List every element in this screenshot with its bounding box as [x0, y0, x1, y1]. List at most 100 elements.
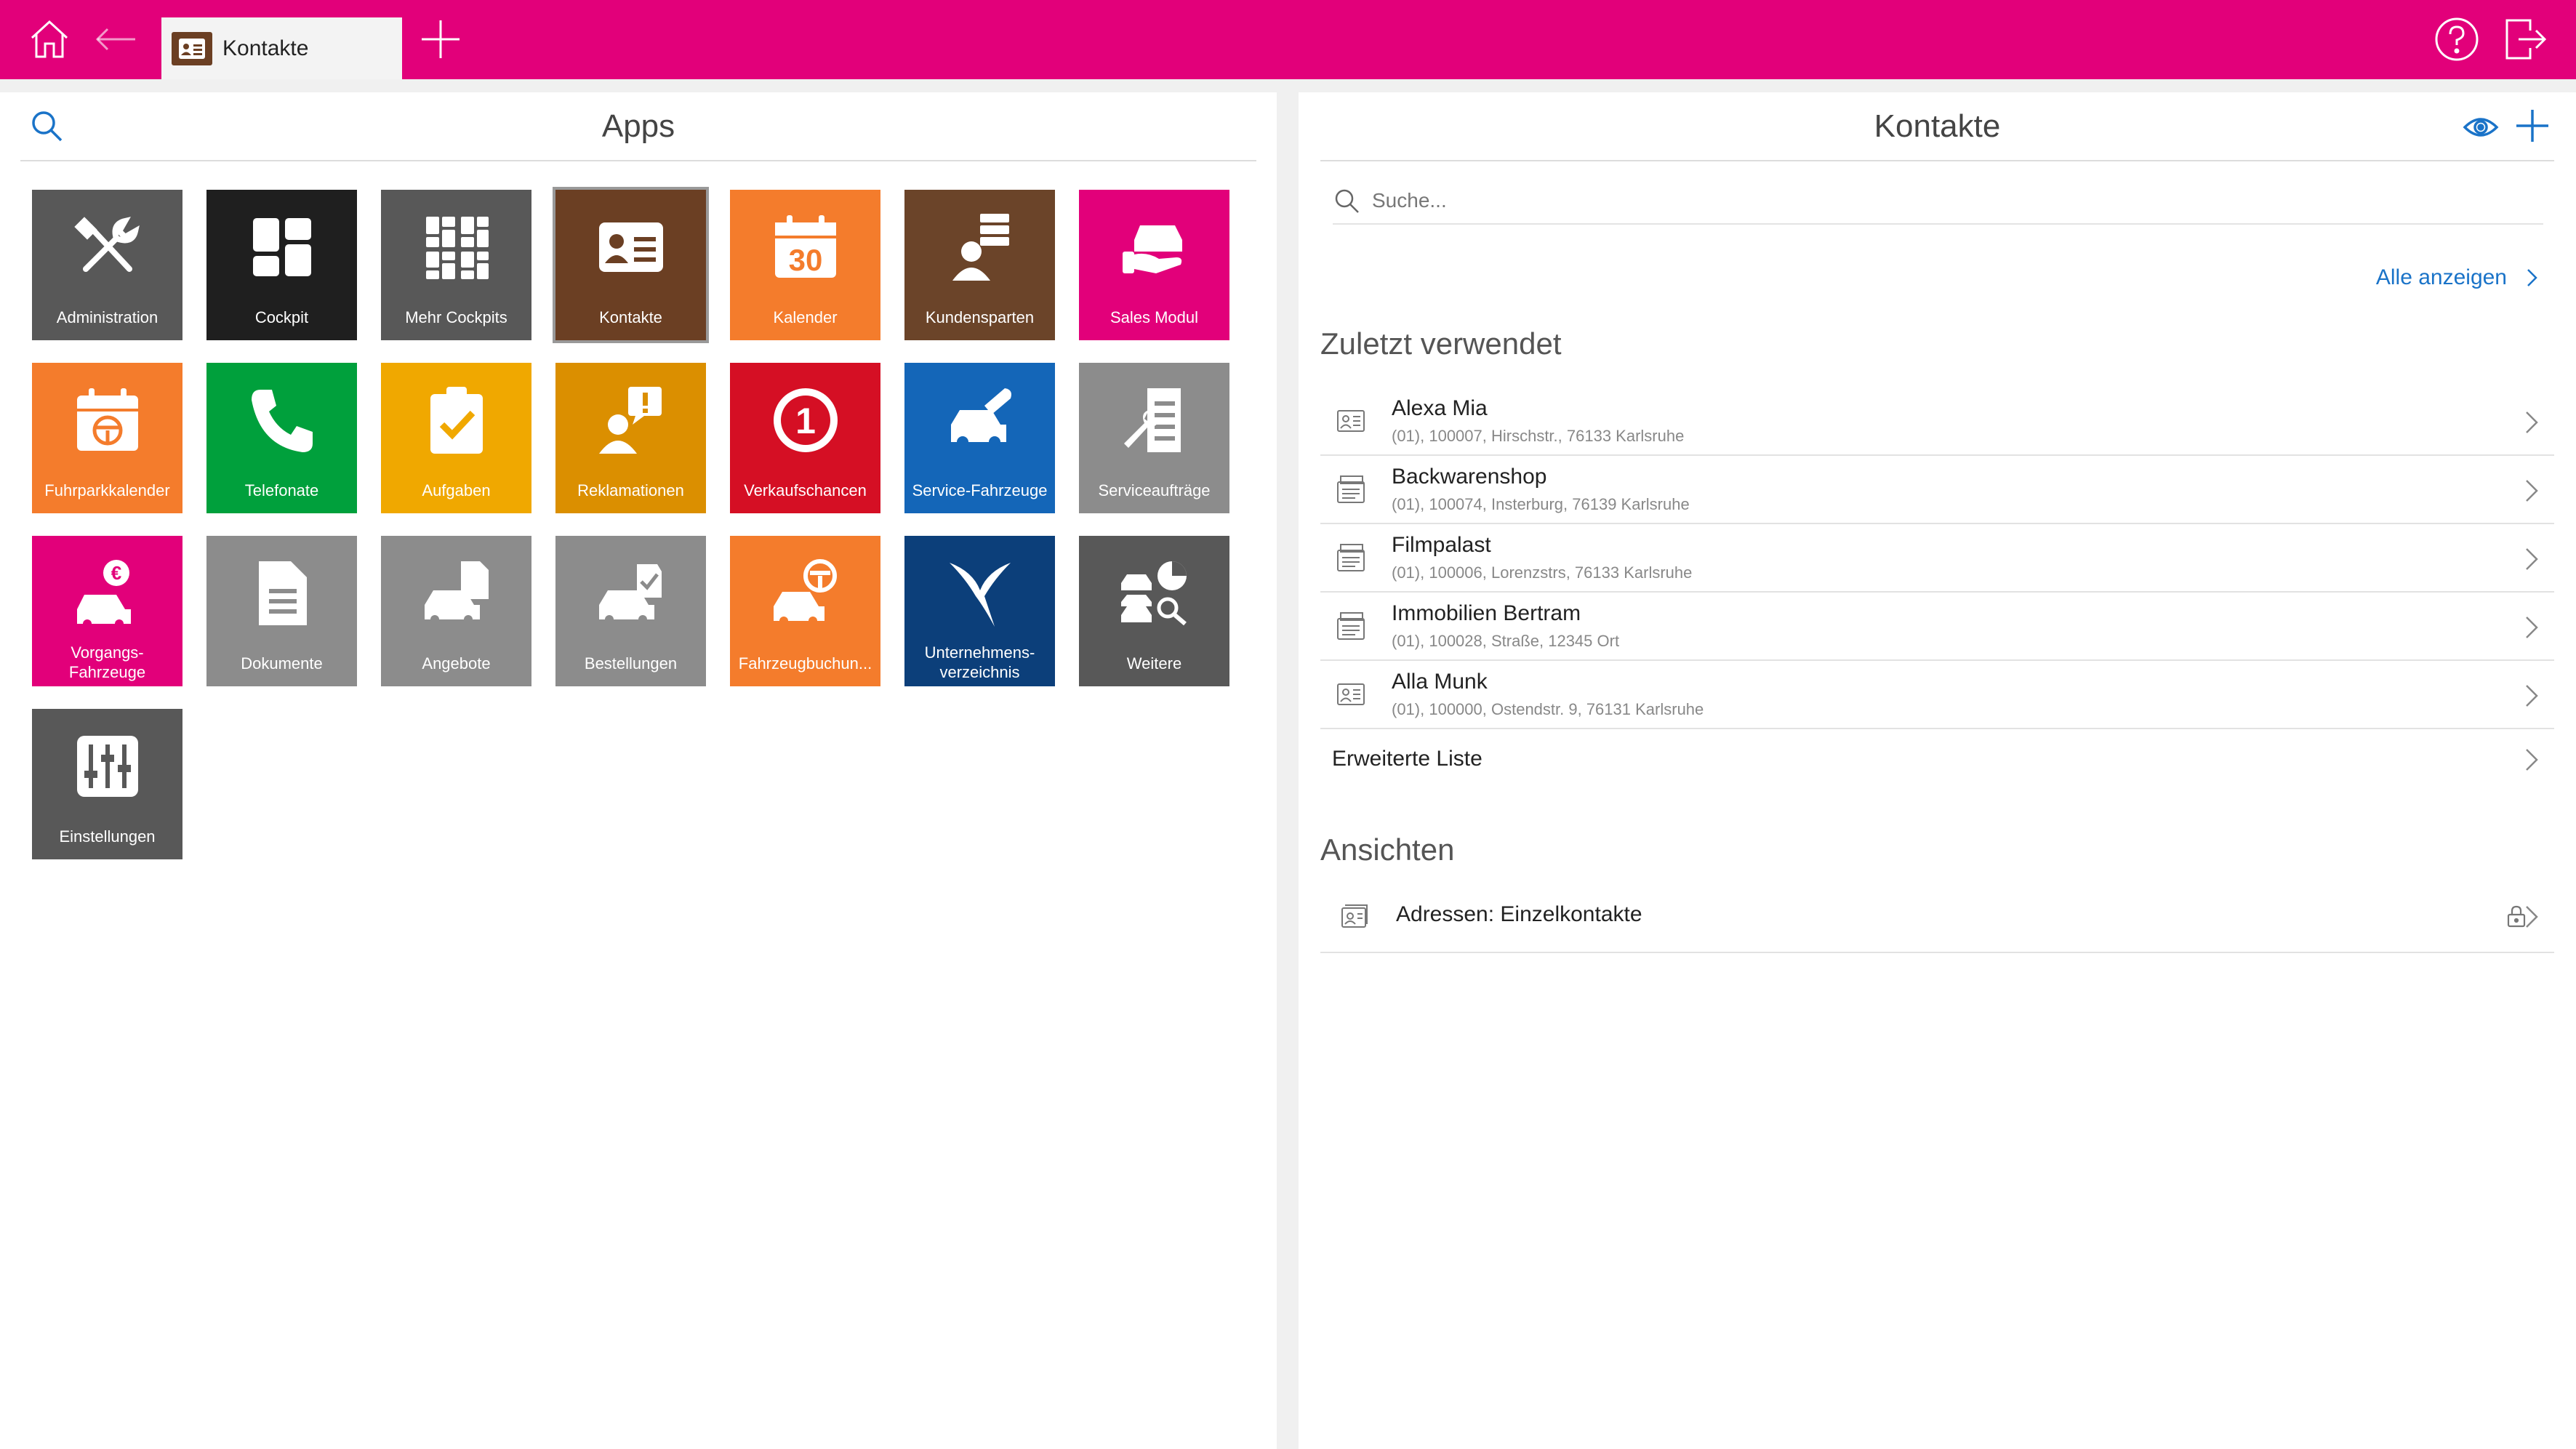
- contacts-title: Kontakte: [1874, 108, 2001, 144]
- calendar-30-icon: 30: [730, 207, 880, 287]
- tab-label: Kontakte: [222, 36, 309, 60]
- chevron-right-icon: [2526, 685, 2538, 707]
- app-tile-label: Bestellungen: [584, 654, 678, 673]
- app-tile-weitere[interactable]: Weitere: [1079, 536, 1229, 686]
- app-tile-verkaufschancen[interactable]: 1 Verkaufschancen: [730, 363, 880, 513]
- show-all-label: Alle anzeigen: [2375, 265, 2507, 289]
- svg-text:1: 1: [795, 401, 816, 441]
- cockpit-icon: [206, 207, 357, 287]
- service-car-icon: [904, 380, 1055, 460]
- app-tile-unternehmens-verzeichnis[interactable]: Unternehmens-verzeichnis: [904, 536, 1055, 686]
- chevron-right-icon: [2526, 480, 2538, 502]
- show-all-link[interactable]: Alle anzeigen: [2375, 260, 2542, 296]
- recent-contact-row[interactable]: Backwarenshop (01), 100074, Insterburg, 7…: [1320, 457, 2554, 524]
- more-apps-icon: [1079, 553, 1229, 633]
- app-tile-label: Service-Fahrzeuge: [912, 481, 1048, 499]
- contact-name: Backwarenshop: [1392, 465, 1547, 489]
- customer-segments-icon: [904, 207, 1055, 287]
- contact-name: Filmpalast: [1392, 533, 1491, 557]
- app-tile-administration[interactable]: Administration: [32, 190, 182, 340]
- top-bar: Kontakte: [0, 0, 2576, 79]
- app-tile-label: Telefonate: [244, 481, 319, 499]
- service-order-icon: [1079, 380, 1229, 460]
- app-tile-reklamationen[interactable]: Reklamationen: [555, 363, 706, 513]
- app-tile-label: Kundensparten: [925, 308, 1035, 326]
- more-cockpits-icon: [381, 207, 531, 287]
- home-icon[interactable]: [26, 16, 73, 63]
- app-tile-telefonate[interactable]: Telefonate: [206, 363, 357, 513]
- chevron-right-icon: [2526, 749, 2538, 771]
- app-tile-kontakte[interactable]: Kontakte: [553, 187, 709, 343]
- apps-panel: Apps Administration Cockpit Mehr Cockpits K…: [0, 92, 1277, 1449]
- contact-name: Alla Munk: [1392, 670, 1488, 694]
- contact-card-icon: [555, 207, 706, 287]
- task-clipboard-icon: [381, 380, 531, 460]
- svg-text:€: €: [111, 562, 121, 584]
- contact-detail: (01), 100074, Insterburg, 76139 Karlsruh…: [1392, 495, 1690, 513]
- back-arrow-icon[interactable]: [92, 16, 138, 63]
- app-tile-label: Vorgangs- Fahrzeuge: [68, 643, 146, 681]
- complaint-icon: [555, 380, 706, 460]
- extended-list-link[interactable]: Erweiterte Liste: [1320, 732, 2554, 790]
- contact-detail: (01), 100006, Lorenzstrs, 76133 Karlsruh…: [1392, 563, 1693, 582]
- contacts-header: Kontakte: [1320, 92, 2554, 161]
- person-card-icon: [1335, 405, 1367, 437]
- chevron-right-icon: [2526, 412, 2538, 433]
- recent-contact-row[interactable]: Immobilien Bertram (01), 100028, Straße, …: [1320, 594, 2554, 661]
- contact-detail: (01), 100028, Straße, 12345 Ort: [1392, 632, 1620, 650]
- contact-detail: (01), 100007, Hirschstr., 76133 Karlsruh…: [1392, 427, 1685, 445]
- app-tile-sales-modul[interactable]: Sales Modul: [1079, 190, 1229, 340]
- app-tile-aufgaben[interactable]: Aufgaben: [381, 363, 531, 513]
- chevron-right-icon: [2526, 906, 2538, 928]
- app-tile-dokumente[interactable]: Dokumente: [206, 536, 357, 686]
- app-tile-label: Fuhrparkkalender: [44, 481, 170, 499]
- contacts-panel: Kontakte Alle anzeigen Zuletzt verwendet…: [1299, 92, 2576, 1449]
- app-tile-label: Verkaufschancen: [744, 481, 867, 499]
- app-tile-kalender[interactable]: 30 Kalender: [730, 190, 880, 340]
- view-row[interactable]: Adressen: Einzelkontakte: [1320, 880, 2554, 953]
- app-tile-kundensparten[interactable]: Kundensparten: [904, 190, 1055, 340]
- plus-icon[interactable]: [417, 16, 464, 63]
- company-card-icon: [1335, 473, 1367, 505]
- app-tile-label: Kalender: [773, 308, 838, 326]
- app-tile-vorgangs-fahrzeuge[interactable]: € Vorgangs- Fahrzeuge: [32, 536, 182, 686]
- app-tile-service-fahrzeuge[interactable]: Service-Fahrzeuge: [904, 363, 1055, 513]
- search-icon[interactable]: [29, 108, 64, 143]
- app-tile-mehr-cockpits[interactable]: Mehr Cockpits: [381, 190, 531, 340]
- app-tile-label: Mehr Cockpits: [405, 308, 507, 326]
- fleet-calendar-icon: [32, 380, 182, 460]
- chevron-right-icon: [2526, 617, 2538, 638]
- app-tile-label: Reklamationen: [577, 481, 684, 499]
- document-icon: [206, 553, 357, 633]
- contacts-search: [1333, 178, 2543, 225]
- app-tile-label: Fahrzeugbuchun...: [738, 654, 872, 673]
- phone-icon: [206, 380, 357, 460]
- logout-icon[interactable]: [2501, 16, 2548, 63]
- recent-contact-row[interactable]: Alla Munk (01), 100000, Ostendstr. 9, 761…: [1320, 662, 2554, 729]
- app-tile-cockpit[interactable]: Cockpit: [206, 190, 357, 340]
- search-input[interactable]: [1371, 184, 2522, 217]
- app-tile-serviceaufträge[interactable]: Serviceaufträge: [1079, 363, 1229, 513]
- app-tile-fuhrparkkalender[interactable]: Fuhrparkkalender: [32, 363, 182, 513]
- recent-contact-row[interactable]: Alexa Mia (01), 100007, Hirschstr., 76133…: [1320, 389, 2554, 456]
- svg-text:30: 30: [788, 243, 822, 277]
- euro-car-icon: €: [32, 553, 182, 633]
- app-tile-label: Einstellungen: [59, 827, 156, 846]
- person-card-icon: [1335, 678, 1367, 710]
- app-tile-einstellungen[interactable]: Einstellungen: [32, 709, 182, 859]
- add-contact-icon[interactable]: [2513, 107, 2551, 145]
- apps-title: Apps: [601, 108, 675, 144]
- help-icon[interactable]: [2433, 16, 2480, 63]
- app-tile-angebote[interactable]: Angebote: [381, 536, 531, 686]
- tab-kontakte[interactable]: Kontakte: [161, 17, 402, 79]
- app-tile-label: Serviceaufträge: [1098, 481, 1211, 499]
- extended-list-label: Erweiterte Liste: [1332, 747, 1482, 771]
- order-car-icon: [555, 553, 706, 633]
- offer-car-icon: [381, 553, 531, 633]
- recent-contact-row[interactable]: Filmpalast (01), 100006, Lorenzstrs, 7613…: [1320, 526, 2554, 593]
- address-book-icon: [1341, 904, 1368, 928]
- app-tile-fahrzeugbuchun[interactable]: Fahrzeugbuchun...: [730, 536, 880, 686]
- sales-opportunity-icon: 1: [730, 380, 880, 460]
- eye-icon[interactable]: [2462, 108, 2500, 146]
- app-tile-bestellungen[interactable]: Bestellungen: [555, 536, 706, 686]
